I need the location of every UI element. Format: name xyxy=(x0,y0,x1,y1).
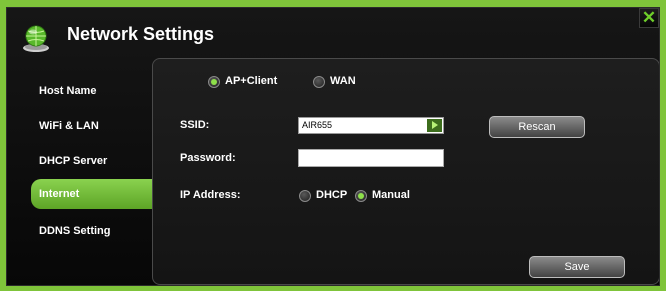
mode-radio-wan[interactable] xyxy=(313,76,325,88)
sidebar-item-ddns-setting[interactable]: DDNS Setting xyxy=(7,216,153,246)
sidebar-item-dhcp-server[interactable]: DHCP Server xyxy=(7,146,153,176)
ssid-dropdown-arrow-icon[interactable] xyxy=(427,119,442,132)
ssid-label: SSID: xyxy=(180,119,210,131)
mode-label-wan: WAN xyxy=(330,75,356,87)
ip-radio-dhcp[interactable] xyxy=(299,190,311,202)
close-button[interactable]: ✕ xyxy=(639,8,659,28)
ip-address-label: IP Address: xyxy=(180,189,241,201)
close-x-icon[interactable]: ✕ xyxy=(642,8,656,27)
save-button[interactable]: Save xyxy=(529,256,625,278)
router-globe-icon xyxy=(23,25,49,52)
ip-label-dhcp: DHCP xyxy=(316,189,348,201)
window-title: Network Settings xyxy=(67,24,215,44)
password-field[interactable] xyxy=(298,149,444,167)
mode-label-ap-client: AP+Client xyxy=(225,75,278,87)
password-label: Password: xyxy=(180,152,236,164)
ssid-value: AIR655 xyxy=(302,120,333,130)
ssid-field[interactable]: AIR655 xyxy=(298,117,444,134)
network-settings-window: ✕ Network Settings Host Name WiFi & LAN … xyxy=(6,7,660,286)
mode-radio-ap-client[interactable] xyxy=(208,76,220,88)
ip-radio-manual[interactable] xyxy=(355,190,367,202)
sidebar-item-wifi-lan[interactable]: WiFi & LAN xyxy=(7,111,153,141)
sidebar-item-host-name[interactable]: Host Name xyxy=(7,76,153,106)
sidebar-item-internet[interactable]: Internet xyxy=(31,179,155,209)
ip-label-manual: Manual xyxy=(372,189,410,201)
internet-settings-panel: AP+Client WAN SSID: AIR655 Rescan Passwo… xyxy=(152,58,659,285)
rescan-button[interactable]: Rescan xyxy=(489,116,585,138)
